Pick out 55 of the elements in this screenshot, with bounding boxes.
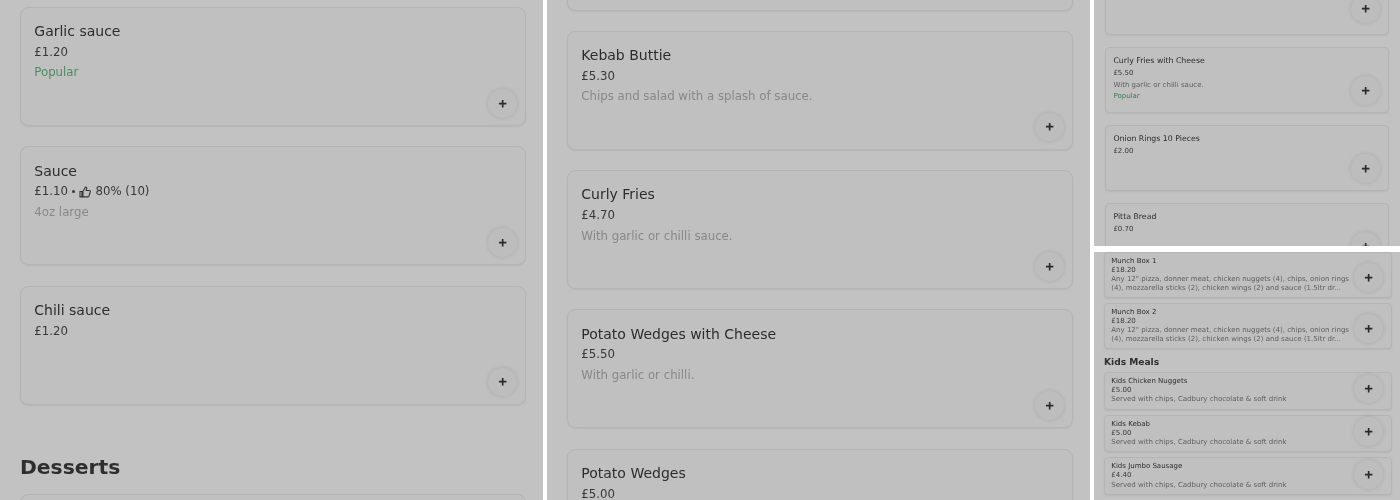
item-name: Sauce [34, 161, 78, 181]
add-button[interactable] [488, 367, 517, 397]
item-description: Chips and salad with a splash of sauce. [581, 88, 813, 106]
item-name: Curly Fries [581, 185, 656, 205]
add-button[interactable] [1035, 391, 1064, 421]
plus-icon [1045, 122, 1055, 132]
add-button[interactable] [1354, 314, 1383, 343]
popular-label: Popular [34, 63, 79, 81]
add-button[interactable] [1351, 76, 1380, 105]
add-button[interactable] [1351, 154, 1380, 183]
item-description: 4oz large [34, 203, 89, 221]
plus-icon [1364, 272, 1374, 283]
plus-icon [1045, 261, 1055, 272]
plus-icon [498, 377, 508, 387]
plus-icon [1045, 401, 1055, 411]
add-button[interactable] [1035, 112, 1064, 142]
item-name: Potato Wedges with Cheese [581, 324, 778, 344]
section-heading: Desserts [20, 455, 122, 480]
separator-dot [72, 190, 76, 194]
menu-item-card[interactable]: Garlic sauce £1.20 Popular [20, 7, 526, 126]
item-price: £5.00 [581, 485, 615, 500]
item-price: £5.30 [581, 67, 615, 85]
item-rating: 80% (10) [95, 183, 150, 201]
thumbs-up-icon [79, 185, 92, 198]
menu-item-card[interactable]: Sauce £1.10 80% (10) 4oz large [20, 146, 526, 266]
item-name: Garlic sauce [34, 22, 122, 42]
plus-icon [1364, 469, 1374, 479]
plus-icon [1364, 384, 1374, 394]
plus-icon [1361, 4, 1371, 14]
item-price: £4.70 [581, 207, 615, 225]
item-price: £1.20 [34, 322, 68, 340]
add-button[interactable] [1035, 252, 1064, 281]
plus-icon [1361, 85, 1371, 96]
add-button[interactable] [1351, 0, 1380, 24]
menu-item-card[interactable]: Potato Wedges £5.00 [567, 448, 1073, 500]
item-name: Potato Wedges [581, 464, 687, 483]
menu-item-card[interactable]: Kebab Buttie £5.30 Chips and salad with a splash of sauce. [567, 30, 1073, 150]
item-name: Chili sauce [34, 300, 112, 320]
plus-icon [1364, 426, 1374, 437]
add-button[interactable] [1354, 374, 1383, 404]
plus-icon [1361, 163, 1371, 174]
add-button[interactable] [488, 228, 517, 257]
item-price: £1.10 [34, 183, 68, 201]
plus-icon [1364, 323, 1374, 334]
plus-icon [498, 237, 508, 248]
add-button[interactable] [1354, 460, 1383, 489]
item-name: Kebab Buttie [581, 46, 673, 66]
item-price: £5.50 [581, 346, 615, 364]
section-heading: Kids Meals [1104, 356, 1161, 367]
plus-icon [498, 98, 508, 108]
add-button[interactable] [1354, 417, 1383, 446]
menu-item-card[interactable]: Chili sauce £1.20 [20, 285, 526, 405]
add-button[interactable] [488, 89, 517, 118]
add-button[interactable] [1354, 263, 1383, 292]
item-price: £1.20 [34, 44, 68, 61]
